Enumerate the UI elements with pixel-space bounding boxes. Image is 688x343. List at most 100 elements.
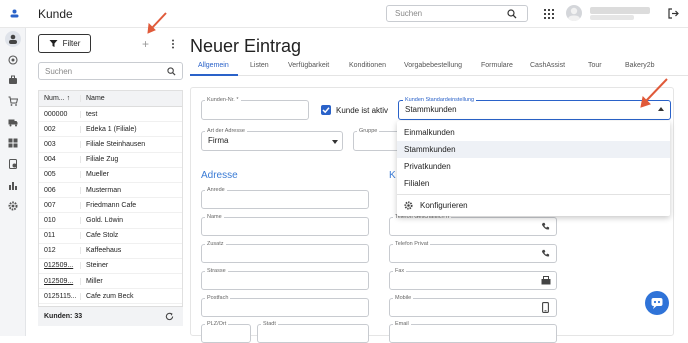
tab-formulare[interactable]: Formulare	[481, 62, 513, 69]
list-search-placeholder: Suchen	[45, 67, 73, 76]
menu-item-konfigurieren[interactable]: Konfigurieren	[397, 197, 670, 214]
row-name: Filiale Zug	[86, 156, 119, 164]
row-name: Gold. Löwin	[86, 216, 123, 224]
target-icon[interactable]	[5, 52, 21, 68]
tab-bar: Allgemein Listen Verfügbarkeit Kondition…	[190, 58, 688, 76]
bar-chart-icon[interactable]	[5, 177, 21, 193]
search-icon	[507, 9, 517, 19]
mobile-label: Mobile	[393, 295, 414, 301]
menu-item-filialen[interactable]: Filialen	[397, 175, 670, 192]
customer-count: Kunden: 33	[44, 313, 83, 320]
grid-icon[interactable]	[5, 135, 21, 151]
briefcase-icon[interactable]	[5, 72, 21, 88]
row-number: 012509...	[39, 262, 81, 270]
menu-item-privatkunden[interactable]: Privatkunden	[397, 158, 670, 175]
tab-bakery2b[interactable]: Bakery2b	[625, 62, 655, 69]
table-row[interactable]: 0125115... Cafe zum Beck	[39, 289, 182, 305]
konfigurieren-label: Konfigurieren	[420, 201, 468, 210]
tab-tour[interactable]: Tour	[588, 62, 602, 69]
global-search-placeholder: Suchen	[395, 9, 423, 18]
table-row[interactable]: 012509... Miller	[39, 274, 182, 290]
table-row[interactable]: 003 Filiale Steinhausen	[39, 137, 182, 153]
phone-icon[interactable]	[541, 222, 550, 231]
check-icon	[322, 107, 330, 114]
table-row[interactable]: 010 Gold. Löwin	[39, 213, 182, 229]
fax-field[interactable]	[389, 271, 557, 290]
table-row[interactable]: 005 Mueller	[39, 168, 182, 183]
row-name: Cafe Stolz	[86, 232, 119, 240]
row-number: 003	[39, 140, 81, 148]
annotation-arrow-add	[147, 12, 167, 34]
kunden-standard-value: Stammkunden	[405, 105, 457, 114]
tab-listen[interactable]: Listen	[250, 62, 269, 69]
truck-icon[interactable]	[5, 114, 21, 130]
mobile-icon[interactable]	[542, 302, 549, 313]
chat-bot-icon	[651, 298, 663, 309]
table-row[interactable]: 004 Filiale Zug	[39, 153, 182, 168]
menu-icon[interactable]	[10, 9, 19, 18]
table-row[interactable]: 002 Edeka 1 (Filiale)	[39, 122, 182, 138]
menu-item-einmalkunden[interactable]: Einmalkunden	[397, 124, 670, 141]
phone-icon[interactable]	[541, 249, 550, 258]
cart-icon[interactable]	[5, 93, 21, 109]
filter-button[interactable]: Filter	[38, 34, 91, 53]
stadt-label: Stadt	[261, 321, 278, 327]
email-field[interactable]	[389, 324, 557, 343]
user-name-blurred	[590, 7, 650, 14]
refresh-icon[interactable]	[165, 312, 174, 321]
menu-item-stammkunden[interactable]: Stammkunden	[397, 141, 670, 158]
row-name: Miller	[86, 277, 103, 285]
row-name: Mueller	[86, 171, 109, 179]
tab-konditionen[interactable]: Konditionen	[349, 62, 386, 69]
row-name: test	[86, 110, 98, 118]
kunden-standard-menu: Einmalkunden Stammkunden Privatkunden Fi…	[397, 121, 670, 216]
table-row[interactable]: 007 Friedmann Cafe	[39, 198, 182, 214]
global-search-input[interactable]: Suchen	[386, 5, 528, 22]
logout-icon[interactable]	[668, 8, 679, 21]
section-adresse: Adresse	[201, 170, 238, 181]
annotation-arrow-dropdown	[640, 78, 668, 108]
row-number: 007	[39, 201, 81, 209]
column-name-header[interactable]: Name	[81, 95, 105, 102]
mobile-field[interactable]	[389, 298, 557, 317]
table-row[interactable]: 011 Cafe Stolz	[39, 229, 182, 244]
tab-cashassist[interactable]: CashAssist	[530, 62, 565, 69]
more-vert-icon[interactable]	[171, 39, 175, 51]
column-number-header[interactable]: Num... ↑	[39, 95, 81, 102]
table-row[interactable]: 000000 test	[39, 107, 182, 123]
kunden-nr-field[interactable]	[201, 100, 309, 120]
zusatz-field[interactable]	[201, 244, 369, 263]
art-der-adresse-value: Firma	[208, 136, 229, 145]
apps-grid-icon[interactable]	[544, 9, 554, 21]
row-number: 0125115...	[39, 292, 81, 300]
tab-allgemein[interactable]: Allgemein	[198, 62, 229, 69]
table-row[interactable]: 012509... Steiner	[39, 259, 182, 275]
sort-up-icon: ↑	[66, 95, 71, 102]
plz-ort-label: PLZ/Ort	[205, 321, 229, 327]
table-header: Num... ↑ Name	[39, 91, 182, 107]
gear-icon[interactable]	[5, 198, 21, 214]
person-icon[interactable]	[5, 31, 21, 47]
fax-icon[interactable]	[541, 276, 551, 285]
row-number: 006	[39, 186, 81, 194]
table-row[interactable]: 006 Musterman	[39, 183, 182, 199]
top-bar	[0, 0, 688, 28]
table-row[interactable]: 012 Kaffeehaus	[39, 244, 182, 259]
list-search-input[interactable]: Suchen	[38, 62, 183, 80]
tab-verfuegbarkeit[interactable]: Verfügbarkeit	[288, 62, 329, 69]
avatar[interactable]	[566, 5, 582, 21]
strasse-label: Strasse	[205, 268, 228, 274]
nav-rail	[0, 28, 26, 336]
kunde-aktiv-checkbox[interactable]	[321, 105, 331, 115]
tab-vorgabebestellung[interactable]: Vorgabebestellung	[404, 62, 462, 69]
kunden-nr-label: Kunden-Nr. *	[205, 97, 241, 103]
user-role-blurred	[590, 15, 634, 20]
receipt-icon[interactable]	[5, 156, 21, 172]
row-name: Musterman	[86, 186, 122, 194]
gruppe-label: Gruppe	[357, 128, 380, 134]
gruppe-select[interactable]	[353, 131, 403, 151]
row-number: 000000	[39, 110, 81, 118]
email-label: Email	[393, 321, 411, 327]
chat-assistant-button[interactable]	[645, 291, 669, 315]
name-field[interactable]	[201, 217, 369, 236]
